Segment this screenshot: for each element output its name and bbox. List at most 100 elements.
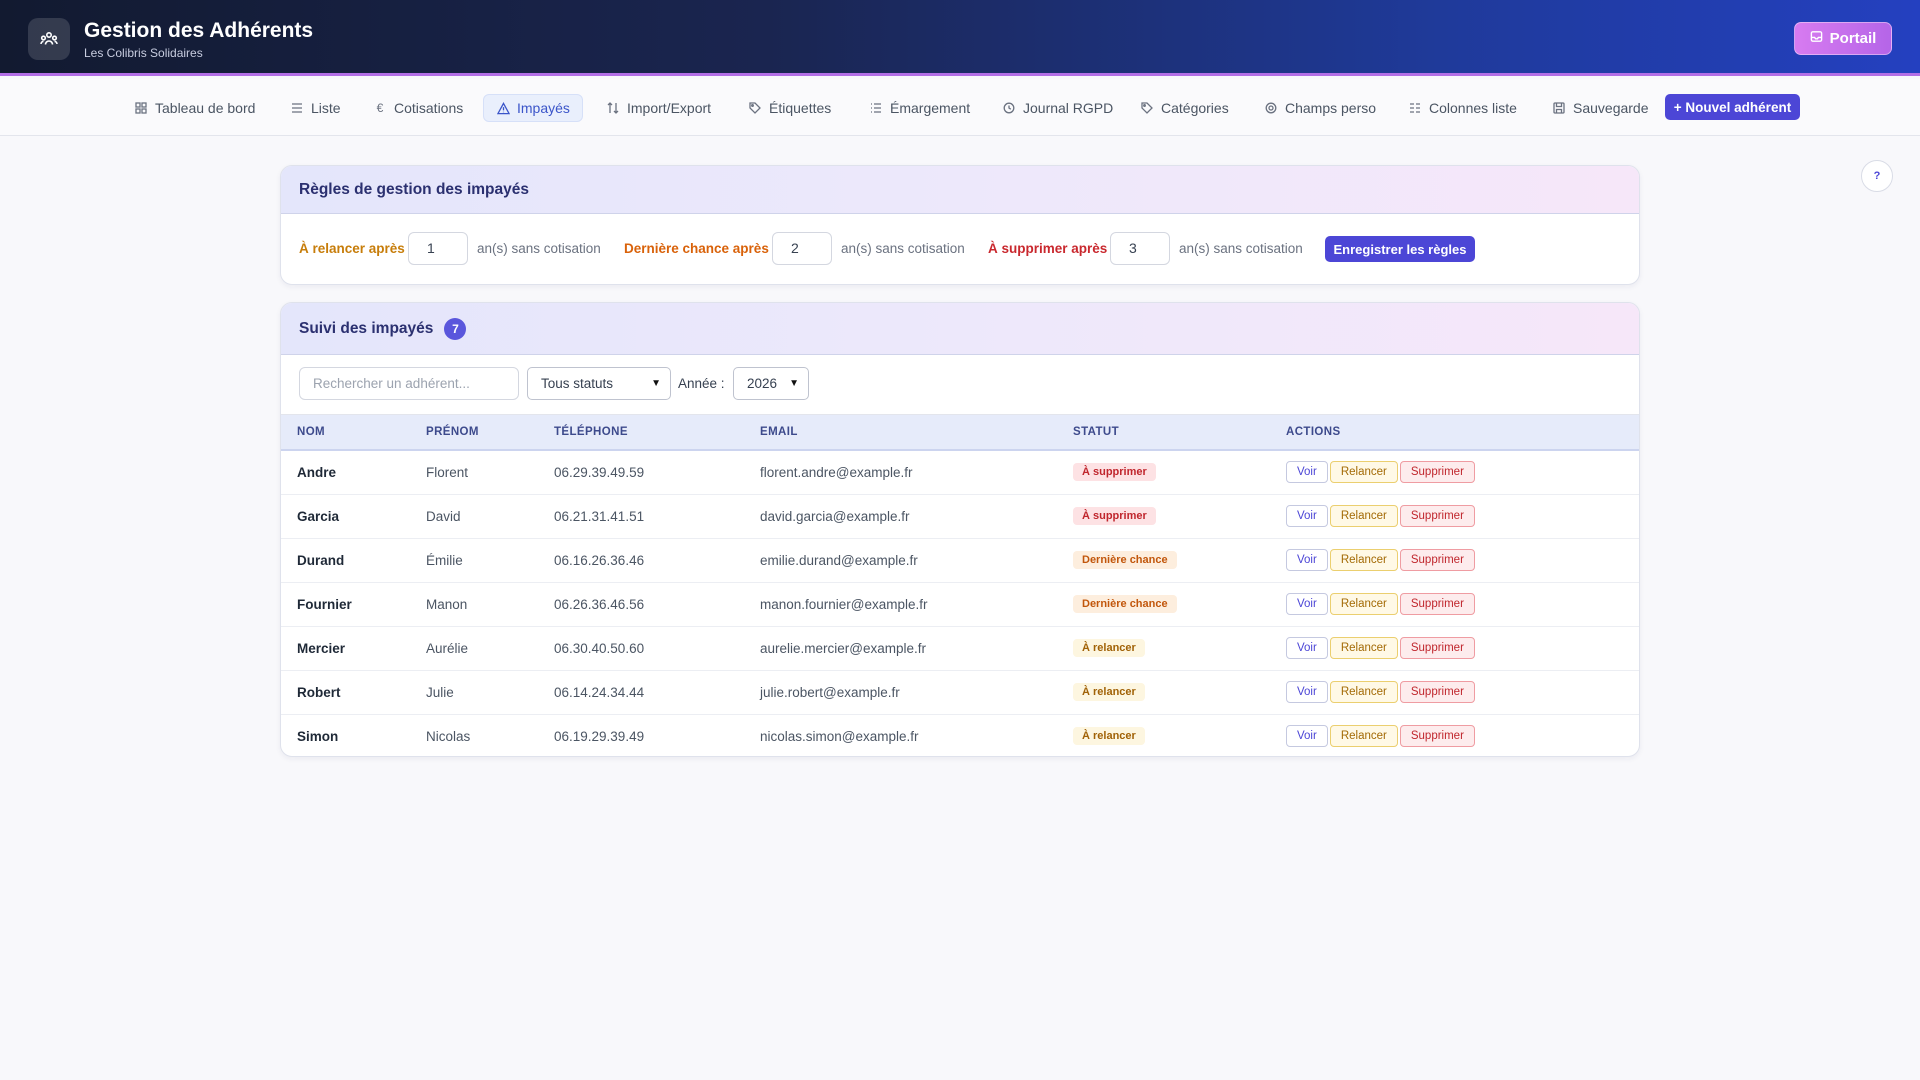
remind-button[interactable]: Relancer xyxy=(1329,681,1398,703)
remind-button[interactable]: Relancer xyxy=(1329,505,1398,527)
nav-etiquettes[interactable]: Étiquettes xyxy=(736,94,843,122)
cell-statut: À relancer xyxy=(1057,670,1270,714)
nav-label: Import/Export xyxy=(627,100,712,116)
remind-button[interactable]: Relancer xyxy=(1329,593,1398,615)
cell-actions: Voir Relancer Supprimer xyxy=(1270,494,1639,538)
nav-label: Étiquettes xyxy=(769,100,832,116)
portal-button[interactable]: Portail xyxy=(1794,22,1892,55)
delete-button[interactable]: Supprimer xyxy=(1399,681,1475,703)
remind-button[interactable]: Relancer xyxy=(1329,725,1398,748)
view-button[interactable]: Voir xyxy=(1286,681,1328,703)
list-check-icon xyxy=(869,101,883,115)
delete-button[interactable]: Supprimer xyxy=(1399,549,1475,571)
nav-emargement[interactable]: Émargement xyxy=(857,94,982,122)
tracking-title: Suivi des impayés xyxy=(299,319,434,337)
col-email[interactable]: EMAIL xyxy=(744,415,1057,450)
remind-suffix: an(s) sans cotisation xyxy=(477,241,601,256)
help-button[interactable]: ? xyxy=(1861,160,1893,192)
tracking-card: Suivi des impayés 7 Rechercher un adhére… xyxy=(280,302,1640,757)
delete-suffix: an(s) sans cotisation xyxy=(1179,241,1303,256)
rules-card-header: Règles de gestion des impayés xyxy=(281,166,1639,214)
col-prenom[interactable]: PRÉNOM xyxy=(410,415,538,450)
delete-button[interactable]: Supprimer xyxy=(1399,637,1475,659)
grid-icon xyxy=(134,101,148,115)
col-actions: ACTIONS xyxy=(1286,426,1341,438)
nav-label: Catégories xyxy=(1161,100,1229,116)
rules-card: Règles de gestion des impayés À relancer… xyxy=(280,165,1640,285)
people-icon xyxy=(28,18,70,60)
view-button[interactable]: Voir xyxy=(1286,505,1328,527)
unpaid-table: NOM PRÉNOM TÉLÉPHONE EMAIL STATUT ACTION… xyxy=(281,415,1639,756)
remind-button[interactable]: Relancer xyxy=(1329,461,1398,484)
list-icon xyxy=(290,101,304,115)
delete-years-input[interactable]: 3 xyxy=(1110,232,1170,265)
cell-email: julie.robert@example.fr xyxy=(760,684,900,700)
nav-impayes[interactable]: Impayés xyxy=(483,94,583,122)
cell-actions: Voir Relancer Supprimer xyxy=(1270,714,1639,756)
rules-title: Règles de gestion des impayés xyxy=(299,180,530,198)
cell-email: david.garcia@example.fr xyxy=(760,508,910,524)
nav-categories[interactable]: Catégories xyxy=(1128,94,1241,122)
gear-icon xyxy=(1264,101,1278,115)
new-member-button[interactable]: + Nouvel adhérent xyxy=(1665,94,1800,120)
view-button[interactable]: Voir xyxy=(1286,637,1328,659)
col-nom[interactable]: NOM xyxy=(281,415,410,450)
col-statut[interactable]: STATUT xyxy=(1057,415,1270,450)
delete-label: À supprimer après xyxy=(988,241,1108,256)
cell-nom: Garcia xyxy=(297,508,340,524)
col-telephone[interactable]: TÉLÉPHONE xyxy=(538,415,744,450)
view-button[interactable]: Voir xyxy=(1286,593,1328,615)
nav-tableau-de-bord[interactable]: Tableau de bord xyxy=(122,94,267,122)
last-chance-label: Dernière chance après xyxy=(624,241,769,256)
nav-label: Journal RGPD xyxy=(1023,100,1114,116)
cell-nom: Andre xyxy=(297,464,337,480)
table-row: Simon Nicolas 06.19.29.39.49 nicolas.simon@… xyxy=(281,714,1639,756)
tag-icon xyxy=(1140,101,1154,115)
nav-sauvegarde[interactable]: Sauvegarde xyxy=(1540,94,1661,122)
view-button[interactable]: Voir xyxy=(1286,549,1328,571)
last-chance-years-input[interactable]: 2 xyxy=(772,232,832,265)
table-row: Durand Émilie 06.16.26.36.46 emilie.durand@… xyxy=(281,538,1639,582)
app-title: Gestion des Adhérents xyxy=(84,19,314,42)
chevron-down-icon: ▼ xyxy=(789,378,799,389)
history-icon xyxy=(1002,101,1016,115)
remind-button[interactable]: Relancer xyxy=(1329,549,1398,571)
view-button[interactable]: Voir xyxy=(1286,461,1328,484)
app-subtitle: Les Colibris Solidaires xyxy=(84,46,203,60)
status-filter-value: Tous statuts xyxy=(541,376,614,391)
search-input[interactable]: Rechercher un adhérent... xyxy=(299,367,519,400)
nav-journal-rgpd[interactable]: Journal RGPD xyxy=(990,94,1125,122)
nav-cotisations[interactable]: € Cotisations xyxy=(361,94,475,122)
year-select[interactable]: 2026 ▼ xyxy=(733,367,809,400)
cell-email: aurelie.mercier@example.fr xyxy=(760,640,927,656)
remind-years-input[interactable]: 1 xyxy=(408,232,468,265)
transfer-icon xyxy=(606,101,620,115)
delete-button[interactable]: Supprimer xyxy=(1399,593,1475,615)
delete-button[interactable]: Supprimer xyxy=(1399,725,1475,748)
status-filter-select[interactable]: Tous statuts ▼ xyxy=(527,367,671,400)
cell-email: florent.andre@example.fr xyxy=(760,464,913,480)
remind-label: À relancer après xyxy=(299,241,405,256)
cell-prenom: Manon xyxy=(426,596,468,612)
remind-button[interactable]: Relancer xyxy=(1329,637,1398,659)
delete-button[interactable]: Supprimer xyxy=(1399,505,1475,527)
cell-email: manon.fournier@example.fr xyxy=(760,596,928,612)
save-rules-button[interactable]: Enregistrer les règles xyxy=(1325,236,1475,262)
save-icon xyxy=(1552,101,1566,115)
status-badge: Dernière chance xyxy=(1073,551,1177,569)
last-chance-suffix: an(s) sans cotisation xyxy=(841,241,965,256)
table-header-row: NOM PRÉNOM TÉLÉPHONE EMAIL STATUT ACTION… xyxy=(281,415,1639,450)
nav-label: Cotisations xyxy=(394,100,464,116)
view-button[interactable]: Voir xyxy=(1286,725,1328,748)
cell-email: nicolas.simon@example.fr xyxy=(760,728,919,744)
nav-label: Colonnes liste xyxy=(1429,100,1517,116)
nav-label: Impayés xyxy=(517,100,570,116)
tracking-card-header: Suivi des impayés 7 xyxy=(281,303,1639,355)
nav-liste[interactable]: Liste xyxy=(278,94,353,122)
nav-champs-perso[interactable]: Champs perso xyxy=(1252,94,1388,122)
cell-actions: Voir Relancer Supprimer xyxy=(1270,538,1639,582)
delete-button[interactable]: Supprimer xyxy=(1399,461,1475,484)
nav-import-export[interactable]: Import/Export xyxy=(594,94,723,122)
cell-prenom: David xyxy=(426,508,461,524)
nav-colonnes-liste[interactable]: Colonnes liste xyxy=(1396,94,1529,122)
